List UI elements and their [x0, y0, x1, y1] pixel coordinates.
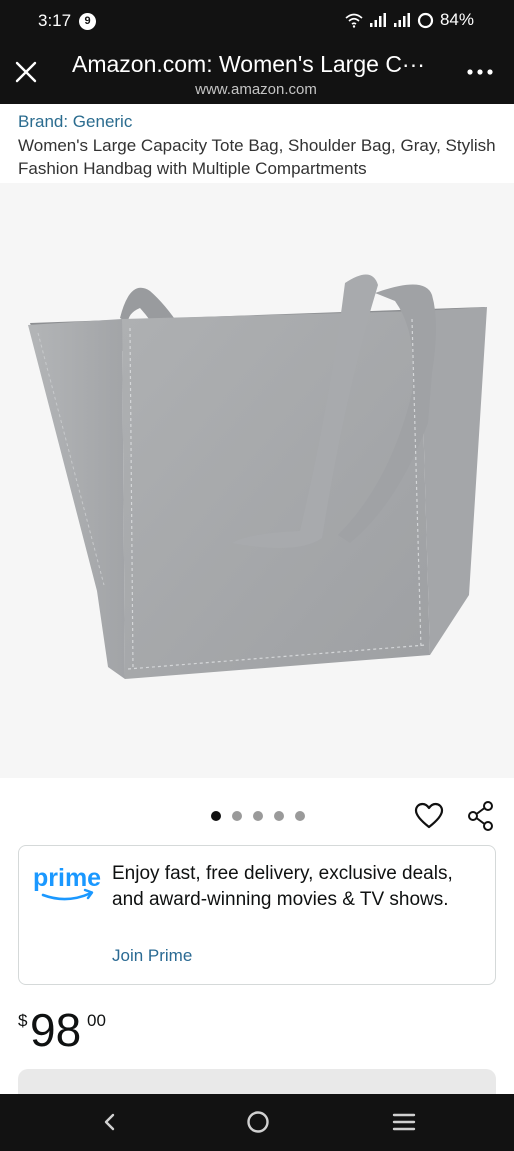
image-pagination-dots [211, 811, 305, 821]
heart-icon[interactable] [414, 801, 444, 831]
status-time: 3:17 [38, 11, 72, 30]
pagination-dot-active[interactable] [211, 811, 221, 821]
notification-count-badge: 9 [79, 13, 96, 30]
recents-icon[interactable] [390, 1108, 418, 1136]
product-image-carousel[interactable] [0, 183, 514, 778]
prime-logo: prime [33, 862, 103, 906]
page-title: Amazon.com: Women's Large C··· [72, 51, 425, 77]
product-title: Women's Large Capacity Tote Bag, Shoulde… [18, 136, 496, 178]
pagination-dot[interactable] [253, 811, 263, 821]
close-icon[interactable] [12, 58, 40, 86]
page-url: www.amazon.com [195, 81, 317, 98]
prime-promo-card: prime Enjoy fast, free delivery, exclusi… [18, 845, 496, 985]
home-icon[interactable] [244, 1108, 272, 1136]
pagination-dot[interactable] [232, 811, 242, 821]
brand-link[interactable]: Brand: Generic [18, 112, 132, 132]
status-bar: 3:17 9 84% [0, 0, 514, 42]
signal-icon [393, 13, 410, 27]
price-fraction: 00 [87, 1011, 106, 1030]
wifi-icon [345, 13, 363, 28]
prime-logo-text: prime [33, 864, 101, 892]
ring-icon [417, 12, 434, 28]
prime-logo-mark: prime [33, 864, 101, 901]
status-indicators: 84% [345, 10, 474, 30]
battery-level: 84% [439, 10, 474, 29]
prime-message: Enjoy fast, free delivery, exclusive dea… [112, 863, 453, 910]
signal-icon [369, 13, 386, 27]
browser-app-bar: Amazon.com: Women's Large C··· www.amazo… [0, 42, 514, 104]
gray-tote-bag-image [28, 274, 487, 679]
pagination-dot[interactable] [274, 811, 284, 821]
price-currency-symbol: $ [18, 1011, 28, 1030]
system-navigation-bar [0, 1094, 514, 1151]
price-whole: 98 [30, 1004, 82, 1056]
pagination-dot[interactable] [295, 811, 305, 821]
back-icon[interactable] [96, 1108, 124, 1136]
join-prime-link[interactable]: Join Prime [112, 946, 192, 966]
more-options-icon[interactable] [466, 64, 494, 80]
share-icon[interactable] [466, 800, 496, 832]
